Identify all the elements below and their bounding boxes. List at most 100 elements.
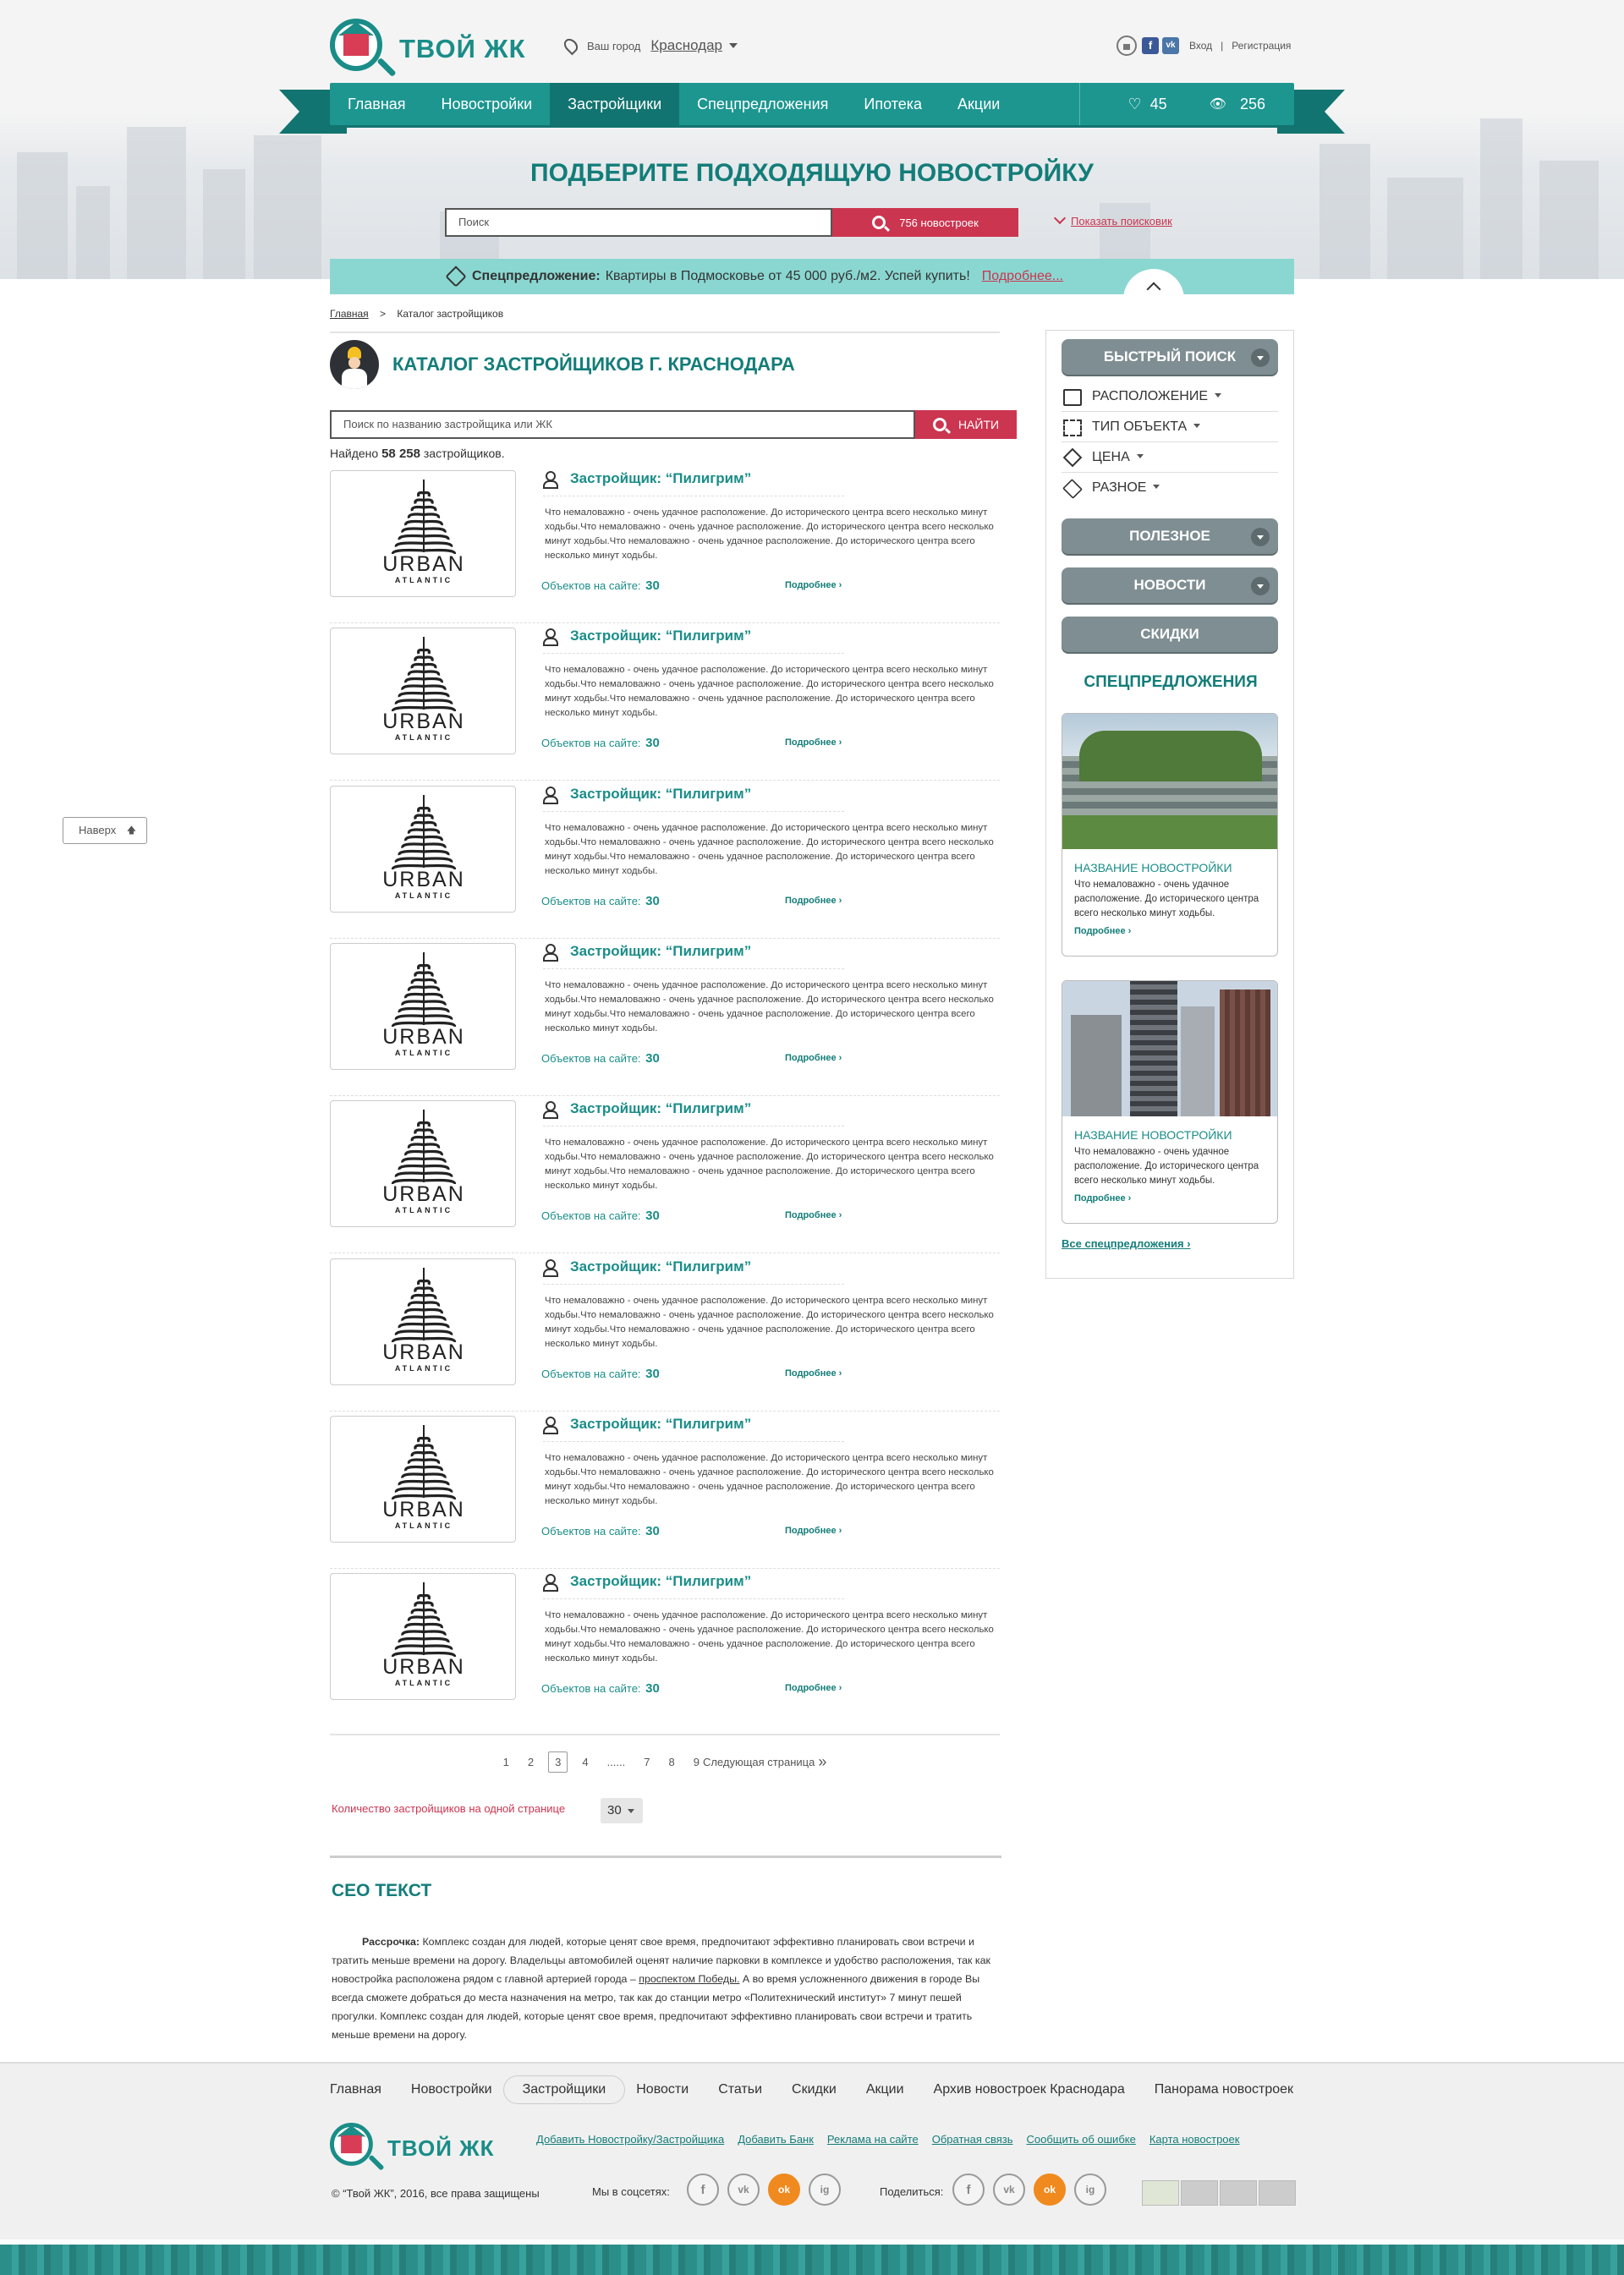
- next-arrow-icon[interactable]: »: [818, 1753, 826, 1771]
- footer-nav-item[interactable]: Панорама новостроек: [1155, 2082, 1293, 2097]
- seo-link[interactable]: проспектом Победы.: [639, 1973, 739, 1985]
- footer-link[interactable]: Сообщить об ошибке: [1027, 2133, 1136, 2146]
- next-page-link[interactable]: Следующая страница: [703, 1756, 815, 1768]
- site-logo[interactable]: ТВОЙ ЖК: [330, 19, 526, 79]
- filter-price[interactable]: ЦЕНА: [1062, 442, 1278, 473]
- developer-logo[interactable]: URBAN ATLANTIC: [330, 1100, 516, 1228]
- heart-icon[interactable]: ♡: [1127, 96, 1141, 113]
- developer-more-link[interactable]: Подробнее ›: [785, 1526, 842, 1536]
- odnoklassniki-icon[interactable]: ok: [768, 2174, 800, 2206]
- developer-logo[interactable]: URBAN ATLANTIC: [330, 1258, 516, 1385]
- counter-badge[interactable]: [1220, 2180, 1257, 2206]
- counter-badge[interactable]: [1142, 2180, 1179, 2206]
- developer-logo[interactable]: URBAN ATLANTIC: [330, 470, 516, 597]
- developer-more-link[interactable]: Подробнее ›: [785, 737, 842, 748]
- vk-icon[interactable]: vk: [727, 2174, 760, 2206]
- hero-search-button[interactable]: 756 новостроек: [832, 208, 1018, 237]
- lock-icon[interactable]: [1116, 36, 1137, 56]
- news-toggle[interactable]: НОВОСТИ: [1062, 567, 1278, 603]
- footer-nav-item[interactable]: Архив новостроек Краснодара: [934, 2082, 1125, 2097]
- all-specials-link[interactable]: Все спецпредложения ›: [1062, 1237, 1191, 1250]
- special-offer-card[interactable]: НАЗВАНИЕ НОВОСТРОЙКИ Что немаловажно - о…: [1062, 980, 1278, 1224]
- card-more-link[interactable]: Подробнее ›: [1074, 926, 1277, 936]
- footer-nav-item-active[interactable]: Застройщики: [502, 2075, 626, 2104]
- developer-title[interactable]: Застройщик: “Пилигрим”: [543, 1258, 751, 1277]
- counter-badge[interactable]: [1181, 2180, 1218, 2206]
- footer-nav-item[interactable]: Акции: [866, 2082, 904, 2097]
- developer-logo[interactable]: URBAN ATLANTIC: [330, 942, 516, 1070]
- page-link[interactable]: 4: [582, 1756, 588, 1768]
- catalog-search-button[interactable]: НАЙТИ: [915, 410, 1017, 439]
- developer-more-link[interactable]: Подробнее ›: [785, 580, 842, 590]
- developer-title[interactable]: Застройщик: “Пилигрим”: [543, 1416, 751, 1434]
- developer-logo[interactable]: URBAN ATLANTIC: [330, 1573, 516, 1701]
- city-value[interactable]: Краснодар: [650, 37, 722, 54]
- developer-logo[interactable]: URBAN ATLANTIC: [330, 1415, 516, 1543]
- developer-name[interactable]: Застройщик: “Пилигрим”: [570, 786, 751, 803]
- page-link[interactable]: 2: [528, 1756, 534, 1768]
- filter-misc[interactable]: РАЗНОЕ: [1062, 473, 1278, 503]
- card-title[interactable]: НАЗВАНИЕ НОВОСТРОЙКИ: [1074, 1128, 1277, 1142]
- nav-item-new-buildings[interactable]: Новостройки: [424, 83, 551, 125]
- footer-nav-item[interactable]: Статьи: [718, 2082, 762, 2097]
- developer-more-link[interactable]: Подробнее ›: [785, 1210, 842, 1220]
- login-link[interactable]: Вход: [1189, 40, 1212, 52]
- promo-more-link[interactable]: Подробнее...: [982, 269, 1063, 284]
- facebook-icon[interactable]: f: [952, 2174, 985, 2206]
- developer-title[interactable]: Застройщик: “Пилигрим”: [543, 786, 751, 804]
- facebook-icon[interactable]: f: [687, 2174, 719, 2206]
- city-selector[interactable]: Ваш город Краснодар: [561, 36, 738, 56]
- developer-more-link[interactable]: Подробнее ›: [785, 1368, 842, 1379]
- developer-title[interactable]: Застройщик: “Пилигрим”: [543, 943, 751, 962]
- footer-nav-item[interactable]: Новости: [636, 2082, 689, 2097]
- collapse-toggle-button[interactable]: [1123, 269, 1184, 299]
- odnoklassniki-icon[interactable]: ok: [1034, 2174, 1066, 2206]
- developer-name[interactable]: Застройщик: “Пилигрим”: [570, 1416, 751, 1433]
- footer-link[interactable]: Добавить Новостройку/Застройщика: [536, 2133, 724, 2146]
- developer-name[interactable]: Застройщик: “Пилигрим”: [570, 1100, 751, 1117]
- special-offer-card[interactable]: НАЗВАНИЕ НОВОСТРОЙКИ Что немаловажно - о…: [1062, 713, 1278, 957]
- page-link-current[interactable]: 3: [548, 1751, 568, 1773]
- developer-title[interactable]: Застройщик: “Пилигрим”: [543, 470, 751, 489]
- discounts-button[interactable]: СКИДКИ: [1062, 617, 1278, 652]
- footer-nav-item[interactable]: Скидки: [792, 2082, 837, 2097]
- developer-title[interactable]: Застройщик: “Пилигрим”: [543, 1100, 751, 1120]
- instagram-icon[interactable]: ig: [1074, 2174, 1106, 2206]
- useful-toggle[interactable]: ПОЛЕЗНОЕ: [1062, 518, 1278, 554]
- card-title[interactable]: НАЗВАНИЕ НОВОСТРОЙКИ: [1074, 861, 1277, 874]
- footer-link[interactable]: Обратная связь: [932, 2133, 1013, 2146]
- developer-name[interactable]: Застройщик: “Пилигрим”: [570, 470, 751, 487]
- card-more-link[interactable]: Подробнее ›: [1074, 1193, 1277, 1203]
- filter-object-type[interactable]: ТИП ОБЪЕКТА: [1062, 412, 1278, 442]
- catalog-search-input[interactable]: Поиск по названию застройщика или ЖК: [330, 410, 915, 439]
- quick-search-toggle[interactable]: БЫСТРЫЙ ПОИСК: [1062, 339, 1278, 375]
- breadcrumb-home[interactable]: Главная: [330, 308, 369, 320]
- footer-link[interactable]: Реклама на сайте: [827, 2133, 919, 2146]
- footer-nav-item[interactable]: Главная: [330, 2082, 381, 2097]
- footer-link[interactable]: Карта новостроек: [1149, 2133, 1240, 2146]
- page-link[interactable]: 1: [503, 1756, 509, 1768]
- developer-name[interactable]: Застройщик: “Пилигрим”: [570, 1258, 751, 1275]
- nav-item-mortgage[interactable]: Ипотека: [846, 83, 940, 125]
- vk-icon[interactable]: vk: [993, 2174, 1025, 2206]
- footer-logo[interactable]: ТВОЙ ЖК: [330, 2123, 495, 2174]
- page-link[interactable]: 8: [668, 1756, 674, 1768]
- developer-title[interactable]: Застройщик: “Пилигрим”: [543, 628, 751, 647]
- nav-item-home[interactable]: Главная: [330, 83, 424, 125]
- developer-logo[interactable]: URBAN ATLANTIC: [330, 785, 516, 913]
- per-page-select[interactable]: 30: [601, 1798, 643, 1823]
- nav-item-special-offers[interactable]: Спецпредложения: [679, 83, 846, 125]
- register-link[interactable]: Регистрация: [1232, 40, 1291, 52]
- facebook-icon[interactable]: f: [1142, 37, 1159, 54]
- footer-nav-item[interactable]: Новостройки: [411, 2082, 492, 2097]
- nav-item-promotions[interactable]: Акции: [940, 83, 1018, 125]
- developer-more-link[interactable]: Подробнее ›: [785, 896, 842, 906]
- page-link[interactable]: 9: [694, 1756, 700, 1768]
- developer-logo[interactable]: URBAN ATLANTIC: [330, 628, 516, 755]
- back-to-top-button[interactable]: Наверх: [63, 817, 147, 844]
- filter-location[interactable]: РАСПОЛОЖЕНИЕ: [1062, 381, 1278, 412]
- developer-name[interactable]: Застройщик: “Пилигрим”: [570, 628, 751, 644]
- developer-name[interactable]: Застройщик: “Пилигрим”: [570, 943, 751, 960]
- instagram-icon[interactable]: ig: [809, 2174, 841, 2206]
- developer-more-link[interactable]: Подробнее ›: [785, 1053, 842, 1063]
